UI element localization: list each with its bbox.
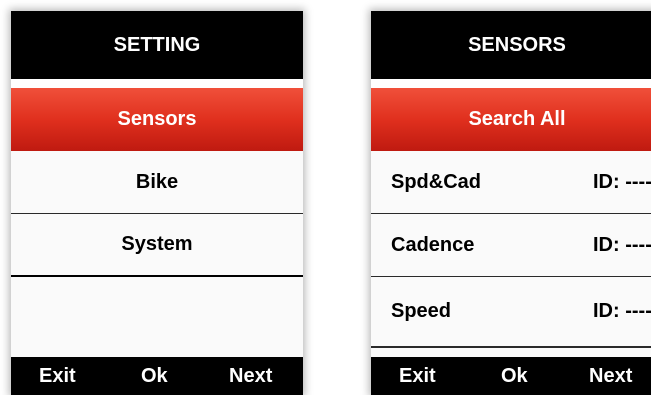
sensor-row-spd-cad[interactable]: Spd&Cad ID: ---- [371, 151, 651, 214]
menu-item-sensors[interactable]: Sensors [11, 88, 303, 151]
exit-button[interactable]: Exit [39, 365, 76, 388]
sensor-label: Speed [391, 300, 452, 322]
sensor-label: Cadence [391, 233, 475, 256]
sensor-id: ID: ---- [593, 170, 651, 193]
setting-title-bar: SETTING [11, 11, 303, 79]
menu-item-bike[interactable]: Bike [11, 151, 303, 214]
search-all-label: Search All [468, 108, 566, 130]
next-button[interactable]: Next [589, 365, 632, 388]
menu-item-label: Sensors [117, 108, 197, 130]
empty-menu-area [11, 277, 303, 357]
next-button[interactable]: Next [229, 365, 272, 388]
search-all-button[interactable]: Search All [371, 88, 651, 151]
ok-button[interactable]: Ok [141, 365, 168, 388]
sensor-row-speed[interactable]: Speed ID: ---- [371, 277, 651, 347]
softkey-bar: Exit Ok Next [11, 357, 303, 395]
sensor-id: ID: ---- [593, 233, 651, 256]
page-title: SENSORS [468, 33, 566, 56]
softkey-bar: Exit Ok Next [371, 357, 651, 395]
ok-button[interactable]: Ok [501, 365, 528, 388]
menu-item-system[interactable]: System [11, 214, 303, 277]
page-title: SETTING [113, 33, 201, 56]
menu-item-label: System [121, 233, 193, 255]
sensors-title-bar: SENSORS [371, 11, 651, 79]
sensor-id: ID: ---- [593, 300, 651, 322]
exit-button[interactable]: Exit [399, 365, 436, 388]
sensor-label: Spd&Cad [391, 170, 481, 193]
sensors-screen: SENSORS Search All Spd&Cad ID: ---- Cade… [371, 11, 651, 395]
sensor-row-cadence[interactable]: Cadence ID: ---- [371, 214, 651, 277]
menu-item-label: Bike [135, 170, 179, 193]
setting-screen: SETTING Sensors Bike System Exit Ok Next [11, 11, 303, 395]
